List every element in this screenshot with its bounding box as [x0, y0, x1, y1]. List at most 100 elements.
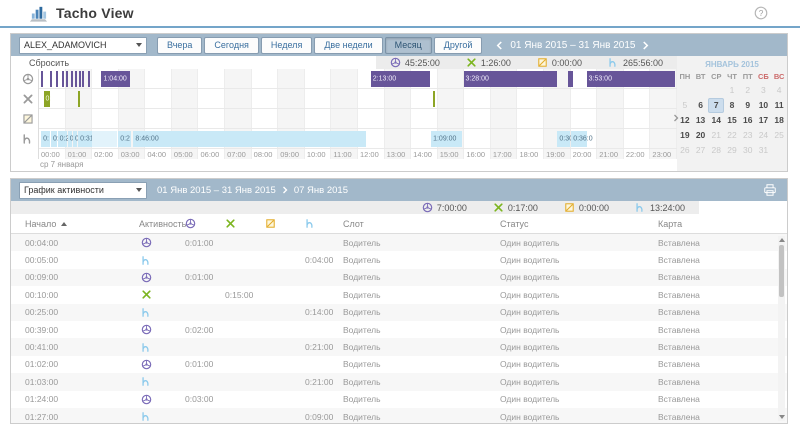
timeline-segment-drive[interactable]	[88, 71, 90, 87]
table-row[interactable]: 00:39:000:02:00ВодительОдин водительВста…	[11, 321, 787, 338]
calendar-day[interactable]: 30	[740, 143, 756, 158]
calendar-day[interactable]: 11	[771, 98, 787, 113]
column-header-start[interactable]: Начало	[15, 219, 131, 229]
timeline-segment-work[interactable]	[433, 91, 435, 107]
column-header-activity[interactable]: Активность	[131, 219, 177, 229]
column-header-slot[interactable]: Слот	[335, 219, 492, 229]
print-icon[interactable]	[763, 183, 777, 197]
timeline-segment-drive[interactable]	[56, 71, 58, 87]
calendar-day[interactable]: 27	[693, 143, 709, 158]
timeline-segment-drive[interactable]	[66, 71, 68, 87]
column-header-drive[interactable]	[177, 218, 217, 229]
table-row[interactable]: 00:09:000:01:00ВодительОдин водительВста…	[11, 269, 787, 286]
help-icon[interactable]: ?	[754, 6, 768, 20]
calendar-day[interactable]: 28	[708, 143, 724, 158]
reset-link[interactable]: Сбросить	[29, 58, 69, 68]
period-button-6[interactable]: Другой	[434, 37, 483, 54]
calendar-day[interactable]: 25	[771, 128, 787, 143]
timeline-segment-drive[interactable]	[41, 71, 43, 87]
timeline-segment-work[interactable]	[78, 91, 80, 107]
column-header-work[interactable]	[217, 218, 257, 229]
table-row[interactable]: 00:25:000:14:00ВодительОдин водительВста…	[11, 304, 787, 321]
timeline-segment-rest[interactable]: 8:46:00	[133, 131, 366, 147]
calendar-day[interactable]: 14	[708, 113, 724, 128]
timeline-segment-drive[interactable]: 1:04:00	[101, 71, 130, 87]
timeline-segment-rest[interactable]: 0:30:0	[557, 131, 569, 147]
calendar-day[interactable]: 20	[693, 128, 709, 143]
calendar-day[interactable]: 9	[740, 98, 756, 113]
calendar-day[interactable]: 7	[708, 98, 724, 113]
calendar-day[interactable]: 15	[724, 113, 740, 128]
timeline-segment-rest[interactable]: 0:31:0	[78, 131, 92, 147]
timeline-segment-work[interactable]: 0:	[44, 91, 51, 107]
table-row[interactable]: 01:24:000:03:00ВодительОдин водительВста…	[11, 391, 787, 408]
timeline-segment-rest[interactable]: 0:1	[73, 131, 77, 147]
breadcrumb-range[interactable]: 01 Янв 2015 – 31 Янв 2015	[157, 185, 276, 196]
calendar-day[interactable]: 16	[740, 113, 756, 128]
calendar-day[interactable]: 31	[756, 143, 772, 158]
calendar-day[interactable]: 3	[756, 83, 772, 98]
timeline-segment-rest[interactable]: 0:2	[51, 131, 57, 147]
calendar-day[interactable]: 23	[740, 128, 756, 143]
timeline-segment-rest[interactable]: 0:	[41, 131, 50, 147]
timeline-segment-drive[interactable]	[75, 71, 77, 87]
calendar-day[interactable]: 4	[771, 83, 787, 98]
table-row[interactable]: 00:10:000:15:00ВодительОдин водительВста…	[11, 286, 787, 303]
calendar-day[interactable]: 19	[677, 128, 693, 143]
table-scrollbar[interactable]	[778, 236, 785, 421]
scroll-down-icon[interactable]	[778, 413, 785, 421]
timeline-segment-drive[interactable]: 3:53:00	[587, 71, 676, 87]
scroll-up-icon[interactable]	[778, 236, 785, 244]
calendar-day[interactable]: 22	[724, 128, 740, 143]
calendar-day[interactable]: 8	[724, 98, 740, 113]
calendar-day[interactable]: 13	[693, 113, 709, 128]
column-header-status[interactable]: Статус	[492, 219, 650, 229]
timeline-segment-drive[interactable]	[62, 71, 64, 87]
calendar-day[interactable]: 21	[708, 128, 724, 143]
timeline-segment-drive[interactable]	[50, 71, 52, 87]
column-header-card[interactable]: Карта	[650, 219, 787, 229]
calendar-week-arrow-icon[interactable]	[673, 114, 679, 122]
timeline-segment-drive[interactable]: 2:13:00	[371, 71, 430, 87]
period-button-2[interactable]: Сегодня	[204, 37, 259, 54]
timeline-segment-drive[interactable]	[71, 71, 73, 87]
column-header-rest[interactable]	[297, 218, 335, 229]
prev-period-icon[interactable]	[496, 41, 503, 50]
timeline-segment-drive[interactable]	[82, 71, 84, 87]
driver-select[interactable]: ALEX_ADAMOVICH	[19, 37, 147, 54]
timeline-segment-rest[interactable]	[92, 131, 117, 147]
table-row[interactable]: 01:27:000:09:00ВодительОдин водительВста…	[11, 408, 787, 424]
calendar-day[interactable]: 1	[724, 83, 740, 98]
timeline-segment-rest[interactable]: 0:2	[58, 131, 67, 147]
period-button-5[interactable]: Месяц	[385, 37, 432, 54]
timeline-segment-drive[interactable]	[568, 71, 573, 87]
calendar-day[interactable]: 6	[693, 98, 709, 113]
column-header-availability[interactable]	[257, 218, 297, 229]
timeline-segment-rest[interactable]: 0:36:0	[571, 131, 586, 147]
calendar-day[interactable]: 17	[756, 113, 772, 128]
calendar-day[interactable]: 24	[756, 128, 772, 143]
calendar-day[interactable]: 12	[677, 113, 693, 128]
period-button-3[interactable]: Неделя	[261, 37, 312, 54]
calendar-day[interactable]: 2	[740, 83, 756, 98]
period-button-4[interactable]: Две недели	[314, 37, 382, 54]
table-row[interactable]: 01:03:000:21:00ВодительОдин водительВста…	[11, 373, 787, 390]
timeline-segment-drive[interactable]: 3:28:00	[464, 71, 558, 87]
table-row[interactable]: 01:02:000:01:00ВодительОдин водительВста…	[11, 356, 787, 373]
period-button-1[interactable]: Вчера	[157, 37, 202, 54]
table-row[interactable]: 00:41:000:21:00ВодительОдин водительВста…	[11, 338, 787, 355]
timeline-segment-rest[interactable]: 1:09:00	[431, 131, 462, 147]
table-row[interactable]: 00:05:000:04:00ВодительОдин водительВста…	[11, 251, 787, 268]
next-period-icon[interactable]	[642, 41, 649, 50]
calendar-day[interactable]: 5	[677, 98, 693, 113]
calendar-day[interactable]: 10	[756, 98, 772, 113]
view-select[interactable]: График активности	[19, 182, 147, 199]
table-row[interactable]: 00:04:000:01:00ВодительОдин водительВста…	[11, 234, 787, 251]
timeline-segment-rest[interactable]: 0:2	[118, 131, 131, 147]
calendar-day[interactable]: 18	[771, 113, 787, 128]
calendar-day[interactable]: 26	[677, 143, 693, 158]
calendar-day[interactable]: 29	[724, 143, 740, 158]
scrollbar-thumb[interactable]	[779, 245, 784, 297]
timeline-segment-drive[interactable]	[79, 71, 81, 87]
timeline-segment-rest[interactable]: 0:	[68, 131, 73, 147]
